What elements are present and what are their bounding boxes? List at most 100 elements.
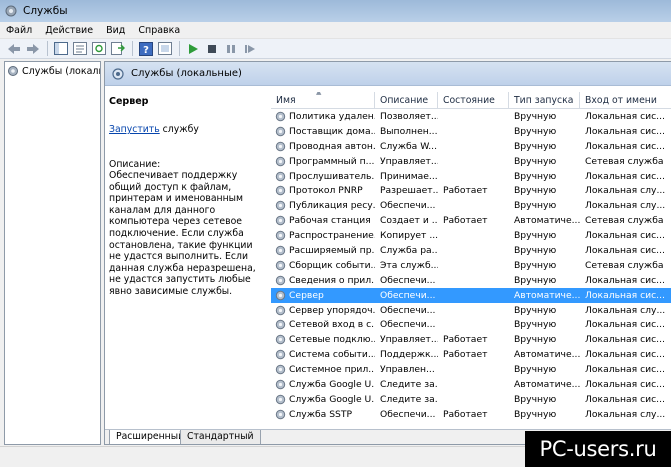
table-row[interactable]: Расширяемый пр... Служба ра... Вручную Лока… [271,243,671,258]
service-gear-icon [275,230,286,241]
menu-help[interactable]: Справка [138,25,180,36]
service-startup-cell: Вручную [514,259,557,271]
view-icon[interactable] [157,41,173,57]
service-logon-cell: Сетевая служба [585,259,664,271]
help-icon[interactable]: ? [138,41,154,57]
tab-extended[interactable]: Расширенный [109,430,192,444]
table-row[interactable]: Проводная автон... Служба W... Вручную Лока… [271,139,671,154]
table-row[interactable]: Система событи... Поддержк... Работает Авто… [271,347,671,362]
menu-view[interactable]: Вид [106,25,125,36]
service-name-cell: Политика удален... [271,111,375,122]
stop-service-icon[interactable] [204,41,220,57]
service-startup-cell: Вручную [514,155,557,167]
service-description-cell: Создает и ... [380,215,438,227]
service-gear-icon [275,201,286,211]
table-row[interactable]: Сетевые подклю... Управляет... Работает Вру… [271,332,671,347]
table-row[interactable]: Поставщик дома... Выполнен... Вручную Локал… [271,124,671,139]
service-name-cell: Система событи... [271,349,375,360]
tree-item-services-local[interactable]: Службы (локальные) [5,62,100,80]
service-name-cell: Служба Google U... [271,379,375,390]
table-row[interactable]: Сборщик событи... Эта служб... Вручную Сете… [271,258,671,273]
table-row[interactable]: Сервер Обеспечи... Автоматиче... Локальная … [271,287,671,303]
column-header-name[interactable]: ▲ Имя [271,92,375,108]
pause-service-icon[interactable] [223,41,239,57]
table-row[interactable]: Сервер упорядоч... Обеспечи... Вручную Лока… [271,303,671,318]
console-tree-icon[interactable] [53,41,69,57]
pane-header-label: Службы (локальные) [131,68,242,79]
table-row[interactable]: Публикация ресу... Обеспечи... Вручную Лока… [271,198,671,213]
service-logon-cell: Локальная сис... [585,319,665,331]
service-description-cell: Копирует ... [380,230,438,242]
refresh-icon[interactable] [91,41,107,57]
column-header-description[interactable]: Описание [375,92,438,108]
table-row[interactable]: Политика удален... Позволяет... Вручную Лок… [271,109,671,124]
service-name-text: Проводная автон... [289,140,375,152]
table-row[interactable]: Служба Google U... Следите за... Автоматич… [271,377,671,392]
list-header: ▲ Имя Описание Состояние Тип запуска Вхо… [271,92,671,109]
service-gear-icon [275,141,286,151]
service-name-cell: Рабочая станция [271,215,375,226]
table-row[interactable]: Протокол PNRP Разрешает... Работает Вручную… [271,183,671,198]
service-name-cell: Сведения о прил... [271,275,375,286]
service-logon-cell: Локальная сис... [585,125,665,137]
table-row[interactable]: Прослушиватель... Принимае... Вручную Локал… [271,169,671,184]
start-service-icon[interactable] [185,41,201,57]
service-name-text: Протокол PNRP [289,185,363,197]
forward-arrow-icon[interactable] [25,41,41,57]
service-description-cell: Принимае... [380,170,438,182]
menu-action[interactable]: Действие [45,25,93,36]
restart-service-icon[interactable] [242,41,258,57]
properties-icon[interactable] [72,41,88,57]
service-description-cell: Обеспечи... [380,319,436,331]
gear-icon [8,66,18,76]
export-list-icon[interactable] [110,41,126,57]
service-name-text: Публикация ресу... [289,200,375,212]
table-row[interactable]: Сетевой вход в с... Обеспечи... Вручную Лок… [271,317,671,332]
service-description-cell: Обеспечи... [380,304,436,316]
table-row[interactable]: Сведения о прил... Обеспечи... Вручную Лока… [271,273,671,288]
service-name-cell: Сборщик событи... [271,260,375,271]
service-gear-icon [275,275,286,285]
service-gear-icon [275,171,286,181]
service-name-text: Сведения о прил... [289,274,375,286]
table-row[interactable]: Программный п... Управляет... Вручную Сетев… [271,154,671,169]
service-description-cell: Обеспечи... [380,408,436,420]
service-name-text: Сетевые подклю... [289,334,375,346]
service-logon-cell: Локальная сис... [585,349,665,361]
start-service-link[interactable]: Запустить [109,124,160,135]
column-header-log-on-as[interactable]: Вход от имени [580,92,671,108]
service-name-text: Сервер [289,289,324,301]
service-startup-cell: Вручную [514,334,557,346]
back-arrow-icon[interactable] [6,41,22,57]
tab-standard[interactable]: Стандартный [180,430,261,444]
table-row[interactable]: Распространение... Копирует ... Вручную Лок… [271,228,671,243]
service-gear-icon [275,290,286,300]
service-gear-icon [275,320,286,330]
menu-file[interactable]: Файл [6,25,32,36]
column-header-status[interactable]: Состояние [438,92,509,108]
table-row[interactable]: Служба Google U... Следите за... Вручную Ло… [271,392,671,407]
service-logon-cell: Локальная сис... [585,364,665,376]
pane-header: Службы (локальные) [105,62,671,86]
service-gear-icon [275,409,286,419]
service-name-cell: Сервер [271,290,375,301]
service-name-cell: Расширяемый пр... [271,245,375,256]
table-row[interactable]: Служба SSTP Обеспечи... Работает Вручную Лок… [271,407,671,422]
service-description-panel: Сервер Запустить службу Описание: Обеспе… [105,87,269,429]
service-status-cell: Работает [443,215,488,227]
service-name-text: Служба Google U... [289,378,375,390]
service-logon-cell: Локальная сис... [585,289,665,301]
service-name-text: Служба Google U... [289,393,375,405]
service-logon-cell: Локальная слу... [585,185,666,197]
service-gear-icon [275,379,286,390]
service-startup-cell: Вручную [514,200,557,212]
table-row[interactable]: Рабочая станция Создает и ... Работает Авто… [271,213,671,228]
service-description-cell: Выполнен... [380,125,438,137]
column-header-startup-type[interactable]: Тип запуска [509,92,580,108]
service-logon-cell: Локальная сис... [585,170,665,182]
service-gear-icon [275,215,286,226]
service-description-cell: Разрешает... [380,185,438,197]
service-status-cell: Работает [443,334,488,346]
service-name-cell: Системное прил... [271,364,375,375]
table-row[interactable]: Системное прил... Управлен... Вручную Локал… [271,362,671,377]
